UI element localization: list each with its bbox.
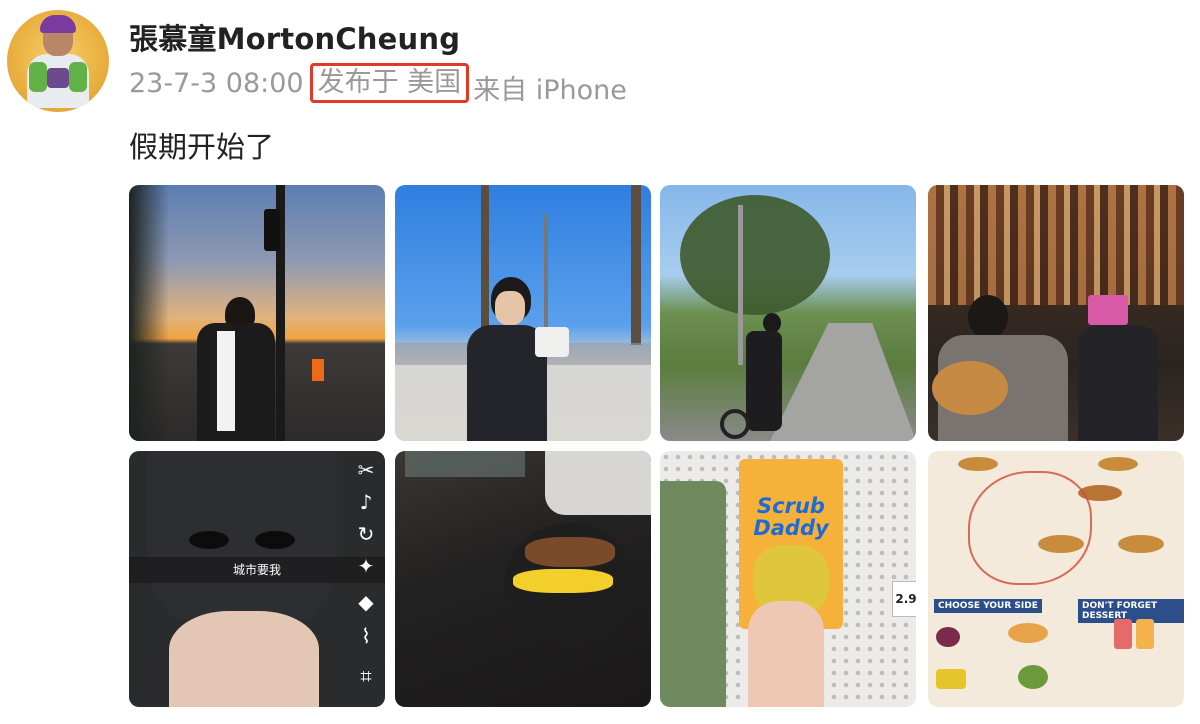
fries: [936, 669, 966, 689]
avatar-figure-arm-right: [69, 62, 87, 92]
palm-trunk: [481, 185, 489, 345]
soup: [1008, 623, 1048, 643]
paperclip-icon[interactable]: ⌇: [351, 621, 381, 651]
traffic-light: [264, 209, 280, 251]
music-icon[interactable]: ♪: [351, 487, 381, 517]
wood-beam: [405, 451, 525, 477]
white-shirt: [217, 331, 235, 431]
tree-canopy: [680, 195, 830, 315]
photo-1[interactable]: [129, 185, 385, 441]
photo-8[interactable]: CHOOSE YOUR SIDE DON'T FORGET DESSERT: [928, 451, 1184, 707]
palm-trees: [129, 185, 169, 441]
guitar-wall: [928, 185, 1184, 305]
post-date: 23-7-3 08:00: [129, 68, 304, 99]
menu-food-item: [1118, 535, 1164, 553]
mask-eye-left: [189, 531, 229, 549]
walking-path: [770, 323, 916, 441]
friend-body: [1078, 325, 1158, 441]
person-face: [495, 291, 525, 325]
face-lower: [169, 611, 319, 707]
drink-cup: [535, 327, 569, 357]
photo-7[interactable]: Scrub Daddy 2.9: [660, 451, 916, 707]
avatar-figure-chest: [47, 68, 69, 88]
broccoli: [1018, 665, 1048, 689]
photo-5[interactable]: 城市要我 ✂ ♪ ↻ ✦ ◆ ⌇ ⌗: [129, 451, 385, 707]
photo-6[interactable]: [395, 451, 651, 707]
menu-food-item: [958, 457, 998, 471]
username[interactable]: 張慕童MortonCheung: [129, 16, 460, 58]
crayon-drawing: [968, 471, 1092, 585]
tablecloth: [545, 451, 651, 515]
batman-mask: [147, 451, 337, 637]
scissors-icon[interactable]: ✂: [351, 455, 381, 485]
user-avatar[interactable]: [7, 10, 109, 112]
pink-sign: [1088, 295, 1128, 325]
crop-icon[interactable]: ⌗: [351, 661, 381, 691]
photo-3[interactable]: [660, 185, 916, 441]
person-head: [968, 295, 1008, 339]
grapes: [936, 627, 960, 647]
guitar-body: [932, 361, 1008, 415]
meat: [525, 537, 615, 567]
scooter-wheel: [720, 409, 750, 439]
magic-wand-icon[interactable]: ✦: [351, 551, 381, 581]
street-lamp: [738, 205, 743, 365]
traffic-cone: [312, 359, 324, 381]
smoothie: [1114, 619, 1132, 649]
menu-food-item: [1098, 457, 1138, 471]
scrub-daddy-logo: Scrub Daddy: [753, 494, 829, 540]
smoothie: [1136, 619, 1154, 649]
person-body: [197, 323, 275, 441]
hand: [748, 601, 824, 707]
mask-eye-right: [255, 531, 295, 549]
price-tag: 2.9: [892, 581, 916, 617]
person-body: [746, 331, 782, 431]
person-head: [763, 313, 781, 333]
post-text: 假期开始了: [129, 130, 275, 164]
story-caption: 城市要我: [129, 557, 385, 583]
photo-2[interactable]: [395, 185, 651, 441]
post-source[interactable]: 来自 iPhone: [473, 68, 627, 107]
eraser-icon[interactable]: ◆: [351, 587, 381, 617]
rotate-icon[interactable]: ↻: [351, 519, 381, 549]
avatar-figure-arm-left: [29, 62, 47, 92]
post-meta: 23-7-3 08:00 发布于 美国 来自 iPhone: [129, 63, 627, 107]
avatar-figure-cap: [40, 15, 76, 33]
photo-4[interactable]: [928, 185, 1184, 441]
post-location: 发布于 美国: [309, 63, 470, 103]
menu-section-choose: CHOOSE YOUR SIDE: [934, 599, 1042, 613]
palm-trunk-2: [631, 185, 641, 345]
photo-grid: 城市要我 ✂ ♪ ↻ ✦ ◆ ⌇ ⌗ Scrub Daddy 2.9 CHOOSE: [129, 185, 1185, 708]
green-shelf-item: [660, 481, 726, 707]
corn: [513, 569, 613, 593]
